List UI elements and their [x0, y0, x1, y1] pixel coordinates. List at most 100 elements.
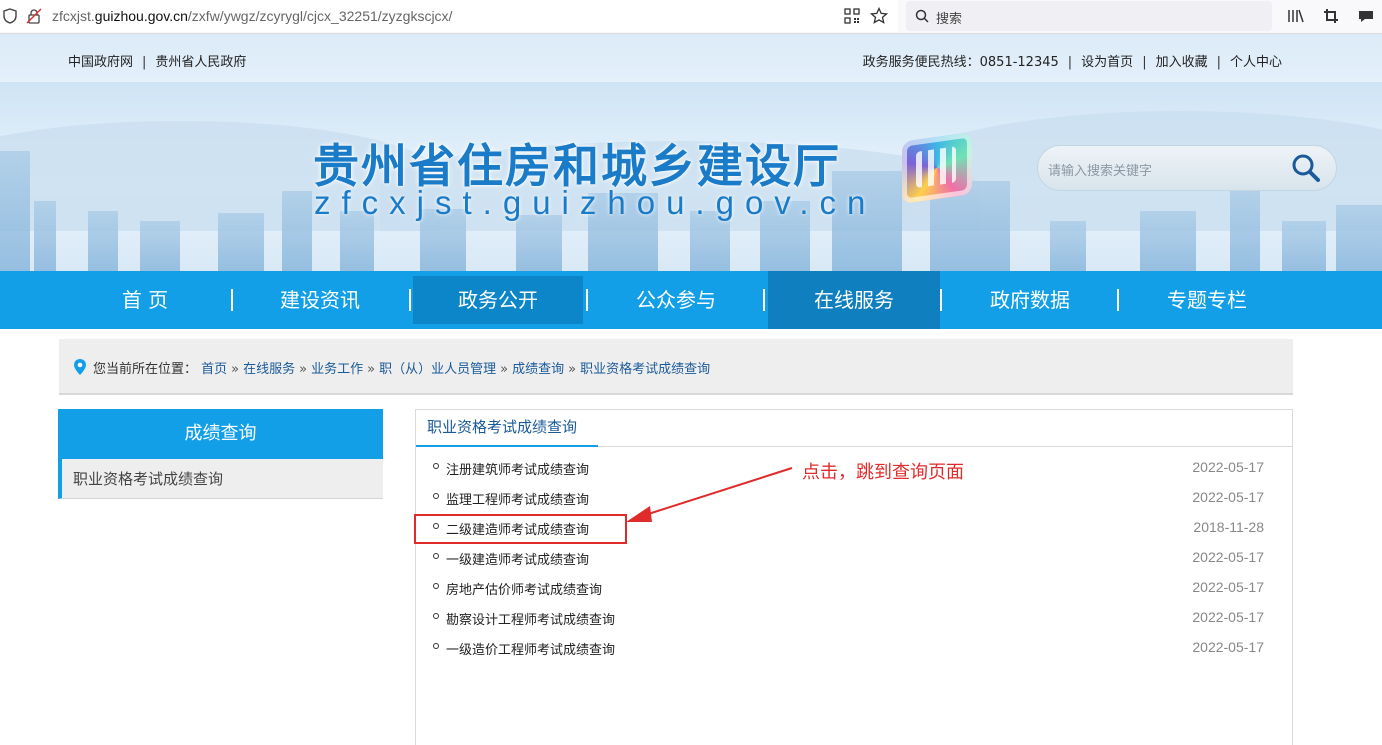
bullet-icon: [433, 463, 439, 469]
browser-search-box[interactable]: 搜索: [906, 1, 1272, 31]
banner-building: [140, 221, 180, 271]
site-url: zfcxjst.guizhou.gov.cn: [314, 184, 877, 221]
url-domain: guizhou.gov.cn: [94, 8, 188, 24]
site-logo-icon: [902, 132, 972, 204]
banner-building: [88, 211, 118, 271]
breadcrumb-score-query[interactable]: 成绩查询: [512, 362, 564, 377]
breadcrumb-online-services[interactable]: 在线服务: [243, 362, 295, 377]
chat-bubble-icon[interactable]: [1356, 6, 1376, 26]
banner-building: [218, 213, 264, 271]
url-path: /zxfw/ywgz/zcyrygl/cjcx_32251/zyzgkscjcx…: [187, 8, 453, 24]
location-pin-icon: [73, 358, 87, 376]
list-item-date: 2022-05-17: [1192, 549, 1264, 565]
breadcrumb-personnel-management[interactable]: 职（从）业人员管理: [379, 362, 496, 377]
bullet-icon: [433, 553, 439, 559]
qr-code-icon[interactable]: [842, 6, 862, 26]
address-bar[interactable]: zfcxjst.guizhou.gov.cn/zxfw/ywgz/zcyrygl…: [0, 0, 898, 32]
breadcrumb-trail: 您当前所在位置： 首页» 在线服务» 业务工作» 职（从）业人员管理» 成绩查询» 职业资…: [93, 358, 710, 377]
list-item-date: 2022-05-17: [1192, 459, 1264, 475]
nav-government-data[interactable]: 政府数据: [942, 271, 1118, 329]
list-item-title[interactable]: 一级造价工程师考试成绩查询: [446, 639, 615, 658]
list-item[interactable]: 一级造价工程师考试成绩查询 2022-05-17: [432, 633, 1278, 663]
search-icon: [912, 6, 932, 26]
list-item[interactable]: 房地产估价师考试成绩查询 2022-05-17: [432, 573, 1278, 603]
nav-divider: [409, 289, 411, 311]
list-item-date: 2022-05-17: [1192, 579, 1264, 595]
link-central-gov[interactable]: 中国政府网: [68, 55, 133, 70]
sidebar-title: 成绩查询: [58, 409, 383, 459]
url-text[interactable]: zfcxjst.guizhou.gov.cn/zxfw/ywgz/zcyrygl…: [52, 8, 452, 24]
breadcrumb-business-work[interactable]: 业务工作: [311, 362, 363, 377]
hotline-text: 政务服务便民热线：0851-12345: [862, 55, 1059, 70]
banner-building: [1230, 191, 1260, 271]
insecure-lock-icon[interactable]: [24, 6, 44, 26]
nav-construction-news[interactable]: 建设资讯: [232, 271, 408, 329]
shield-icon[interactable]: [0, 6, 20, 26]
list-item-title[interactable]: 房地产估价师考试成绩查询: [446, 579, 602, 598]
breadcrumb-separator: »: [367, 362, 376, 377]
breadcrumb-separator: »: [299, 362, 308, 377]
list-item[interactable]: 监理工程师考试成绩查询 2022-05-17: [432, 483, 1278, 513]
bookmark-star-icon[interactable]: [869, 6, 889, 26]
list-item-title[interactable]: 勘察设计工程师考试成绩查询: [446, 609, 615, 628]
link-personal-center[interactable]: 个人中心: [1230, 55, 1282, 70]
list-item-title[interactable]: 注册建筑师考试成绩查询: [446, 459, 589, 478]
banner-building: [516, 215, 562, 271]
nav-public-participation[interactable]: 公众参与: [588, 271, 764, 329]
banner-building: [1050, 221, 1086, 271]
banner-building: [1336, 205, 1382, 271]
banner-building: [282, 191, 312, 271]
site-search-placeholder: 请输入搜索关键字: [1048, 164, 1153, 179]
banner-building: [1282, 221, 1326, 271]
sidebar: 成绩查询 职业资格考试成绩查询: [58, 409, 383, 499]
top-right-links: 政务服务便民热线：0851-12345 | 设为首页 | 加入收藏 | 个人中心: [863, 51, 1282, 70]
nav-special-topics[interactable]: 专题专栏: [1119, 271, 1295, 329]
breadcrumb-separator: »: [231, 362, 240, 377]
site-search-input[interactable]: 请输入搜索关键字: [1037, 145, 1337, 191]
browser-toolbar: zfcxjst.guizhou.gov.cn/zxfw/ywgz/zcyrygl…: [0, 0, 1382, 34]
library-icon[interactable]: [1286, 6, 1306, 26]
annotation-text: 点击，跳到查询页面: [802, 462, 964, 483]
nav-gov-affairs[interactable]: 政务公开: [413, 276, 583, 324]
site-banner: 贵州省住房和城乡建设厅 zfcxjst.guizhou.gov.cn 请输入搜索…: [0, 82, 1382, 271]
top-left-links: 中国政府网 | 贵州省人民政府: [68, 51, 246, 70]
crop-screenshot-icon[interactable]: [1321, 6, 1341, 26]
list-item-title[interactable]: 一级建造师考试成绩查询: [446, 549, 589, 568]
nav-divider: [763, 289, 765, 311]
annotation-arrow-icon: [626, 467, 793, 522]
list-item-date: 2022-05-17: [1192, 609, 1264, 625]
bullet-icon: [433, 613, 439, 619]
breadcrumb-current-page[interactable]: 职业资格考试成绩查询: [580, 362, 710, 377]
bullet-icon: [433, 643, 439, 649]
breadcrumb-home[interactable]: 首页: [201, 362, 227, 377]
list-item-date: 2022-05-17: [1192, 639, 1264, 655]
banner-building: [34, 201, 56, 271]
link-add-favorite[interactable]: 加入收藏: [1156, 55, 1208, 70]
banner-building: [0, 151, 30, 271]
divider: |: [1142, 55, 1147, 70]
banner-building: [1140, 211, 1196, 271]
link-provincial-gov[interactable]: 贵州省人民政府: [155, 55, 246, 70]
divider: |: [142, 55, 147, 70]
browser-search-placeholder: 搜索: [936, 12, 963, 27]
top-links-bar: 中国政府网 | 贵州省人民政府 政务服务便民热线：0851-12345 | 设为首页 | 加…: [0, 34, 1382, 82]
breadcrumb-separator: »: [500, 362, 509, 377]
bullet-icon: [433, 493, 439, 499]
breadcrumb: 您当前所在位置： 首页» 在线服务» 业务工作» 职（从）业人员管理» 成绩查询» 职业资…: [59, 339, 1293, 395]
divider: |: [1216, 55, 1221, 70]
breadcrumb-prefix: 您当前所在位置：: [93, 362, 198, 377]
nav-home[interactable]: 首 页: [57, 271, 233, 329]
url-prefix: zfcxjst.: [52, 8, 95, 24]
list-item-title[interactable]: 监理工程师考试成绩查询: [446, 489, 589, 508]
list-item[interactable]: 勘察设计工程师考试成绩查询 2022-05-17: [432, 603, 1278, 633]
list-item[interactable]: 一级建造师考试成绩查询 2022-05-17: [432, 543, 1278, 573]
annotation-highlight-box: [414, 514, 627, 544]
bullet-icon: [433, 583, 439, 589]
breadcrumb-separator: »: [568, 362, 577, 377]
nav-online-services[interactable]: 在线服务: [768, 271, 940, 329]
list-item-date: 2022-05-17: [1192, 489, 1264, 505]
link-set-homepage[interactable]: 设为首页: [1081, 55, 1133, 70]
search-button-icon[interactable]: [1290, 152, 1322, 184]
tab-exam-score-query[interactable]: 职业资格考试成绩查询: [416, 410, 598, 447]
sidebar-item-exam-score-query[interactable]: 职业资格考试成绩查询: [58, 459, 383, 499]
